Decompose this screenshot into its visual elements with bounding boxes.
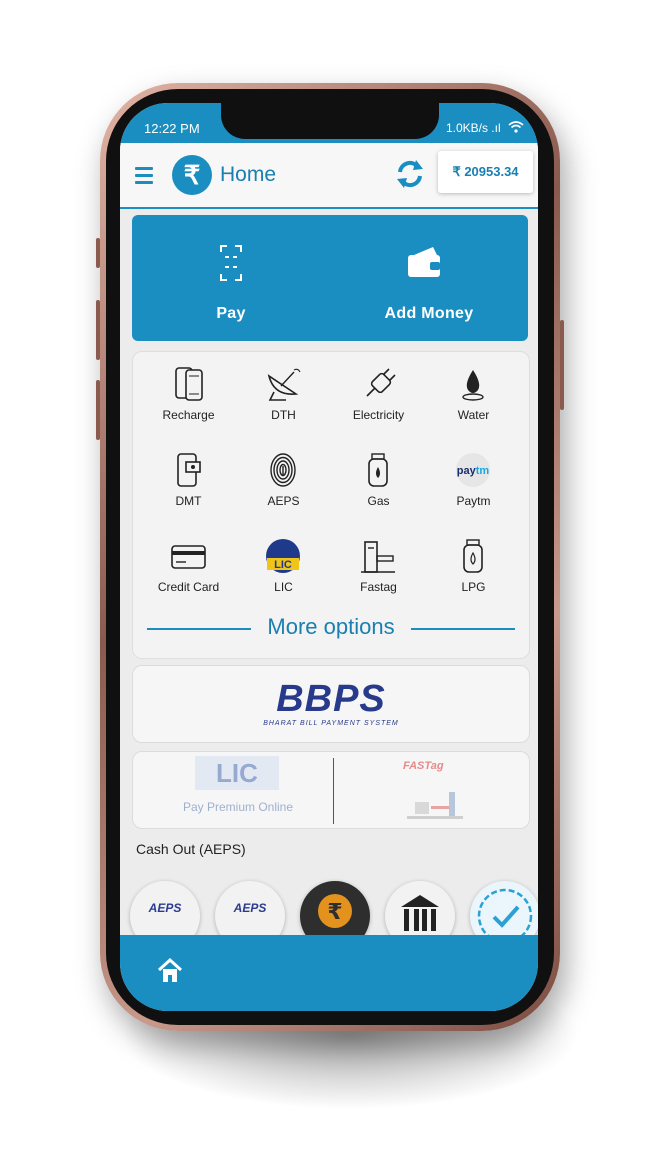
fingerprint-icon xyxy=(270,453,296,487)
service-label: DMT xyxy=(175,494,202,508)
service-lpg[interactable]: LPG xyxy=(424,530,523,610)
service-fastag[interactable]: Fastag xyxy=(329,530,428,610)
service-label: Water xyxy=(457,408,490,422)
gas-cylinder-icon xyxy=(368,453,388,487)
phone-power-button xyxy=(560,320,564,410)
service-label: Paytm xyxy=(456,494,491,508)
app-header: ₹ Home ₹ 20953.34 xyxy=(120,143,538,209)
service-gas[interactable]: Gas xyxy=(329,444,428,524)
pay-button[interactable]: Pay xyxy=(132,215,330,341)
lic-caption: Pay Premium Online xyxy=(182,800,294,814)
lic-fastag-banner[interactable]: LIC Pay Premium Online FASTag xyxy=(132,751,530,829)
paytm-logo-icon: paytm xyxy=(456,453,490,487)
service-dmt[interactable]: DMT xyxy=(139,444,238,524)
service-dth[interactable]: DTH xyxy=(234,358,333,438)
divider-line xyxy=(411,628,515,630)
bbps-tagline: BHARAT BILL PAYMENT SYSTEM xyxy=(263,720,399,727)
service-electricity[interactable]: Electricity xyxy=(329,358,428,438)
service-water[interactable]: Water xyxy=(424,358,523,438)
rupee-logo-icon: ₹ xyxy=(172,155,212,195)
menu-icon[interactable] xyxy=(135,167,153,184)
wallet-balance[interactable]: ₹ 20953.34 xyxy=(438,151,533,193)
service-label: LPG xyxy=(461,580,486,594)
quick-actions: Pay Add Money xyxy=(132,215,528,341)
page-title: Home xyxy=(220,163,277,186)
water-drop-icon xyxy=(462,370,484,401)
service-paytm[interactable]: paytm Paytm xyxy=(424,444,523,524)
service-recharge[interactable]: Recharge xyxy=(139,358,238,438)
service-label: Fastag xyxy=(360,580,397,594)
toll-gate-icon xyxy=(361,541,395,573)
wifi-icon xyxy=(508,121,524,133)
plug-icon xyxy=(366,368,396,397)
bbps-logo: BBPS xyxy=(276,678,386,720)
mobile-transfer-icon xyxy=(177,453,201,487)
more-options-link[interactable]: More options xyxy=(133,614,529,644)
app-screen: 12:22 PM 1.0KB/s .ıl ₹ Home ₹ 20953.34 P… xyxy=(120,103,538,1011)
fastag-logo: FASTag xyxy=(403,760,444,772)
banner-divider xyxy=(333,758,334,824)
home-icon[interactable] xyxy=(156,957,184,985)
lic-logo-icon: LIC xyxy=(266,539,300,573)
svg-text:₹: ₹ xyxy=(327,900,342,925)
pay-label: Pay xyxy=(216,305,246,322)
wallet-icon xyxy=(408,247,440,277)
mobile-phones-icon xyxy=(175,367,203,401)
phone-volume-down xyxy=(96,380,100,440)
svg-text:LIC: LIC xyxy=(274,559,292,571)
lic-logo: LIC xyxy=(195,756,279,790)
satellite-dish-icon xyxy=(267,368,301,401)
service-label: Electricity xyxy=(352,408,405,422)
phone-notch xyxy=(221,103,439,139)
scan-icon xyxy=(220,245,242,281)
service-label: DTH xyxy=(271,408,296,422)
status-network: 1.0KB/s .ıl xyxy=(446,121,524,135)
service-label: Gas xyxy=(367,494,390,508)
add-money-label: Add Money xyxy=(384,305,474,322)
service-aeps[interactable]: AEPS xyxy=(234,444,333,524)
phone-side-button xyxy=(96,238,100,268)
service-credit-card[interactable]: Credit Card xyxy=(139,530,238,610)
service-label: AEPS xyxy=(267,494,300,508)
service-label: LIC xyxy=(274,580,293,594)
lpg-cylinder-icon xyxy=(463,539,483,573)
svg-text:paytm: paytm xyxy=(457,465,490,477)
service-lic[interactable]: LIC LIC xyxy=(234,530,333,610)
phone-volume-up xyxy=(96,300,100,360)
toll-plaza-icon xyxy=(407,792,463,819)
credit-card-icon xyxy=(171,545,206,569)
more-options-label: More options xyxy=(267,614,395,639)
services-grid: Recharge DTH Electricity Water DMT AEPS … xyxy=(132,351,530,659)
status-time: 12:22 PM xyxy=(144,121,200,136)
add-money-button[interactable]: Add Money xyxy=(330,215,528,341)
service-label: Recharge xyxy=(162,408,215,422)
refresh-icon[interactable] xyxy=(392,156,428,192)
service-label: Credit Card xyxy=(157,580,220,594)
bottom-nav xyxy=(120,935,538,1011)
bbps-banner[interactable]: BBPS BHARAT BILL PAYMENT SYSTEM xyxy=(132,665,530,743)
cashout-title: Cash Out (AEPS) xyxy=(136,841,246,857)
